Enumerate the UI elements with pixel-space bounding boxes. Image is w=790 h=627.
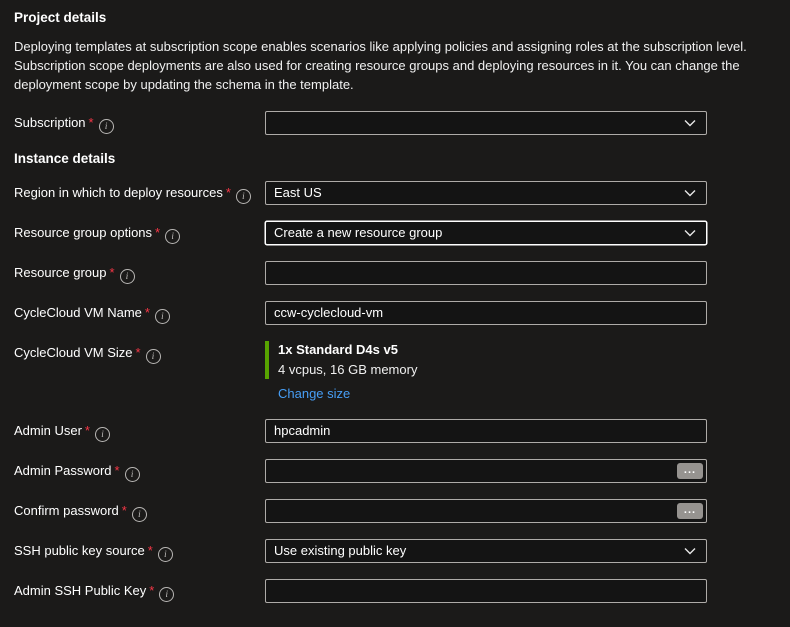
region-label: Region in which to deploy resources* i [14, 181, 265, 204]
resource-group-label: Resource group* i [14, 261, 265, 284]
field-label-text: Admin Password [14, 463, 112, 478]
vm-size-label: CycleCloud VM Size* i [14, 341, 265, 364]
dropdown-selected-value: Use existing public key [274, 543, 406, 558]
admin-user-label: Admin User* i [14, 419, 265, 442]
dropdown-selected-value: East US [274, 185, 322, 200]
region-dropdown[interactable]: East US [265, 181, 707, 205]
field-label-text: Region in which to deploy resources [14, 185, 223, 200]
required-asterisk: * [149, 583, 154, 598]
subscription-dropdown[interactable] [265, 111, 707, 135]
ssh-key-source-dropdown[interactable]: Use existing public key [265, 539, 707, 563]
vm-name-label: CycleCloud VM Name* i [14, 301, 265, 324]
resource-group-input[interactable] [265, 261, 707, 285]
field-row-admin-ssh-public-key: Admin SSH Public Key* i [14, 579, 776, 603]
field-row-ssh-key-source: SSH public key source* i Use existing pub… [14, 539, 776, 563]
required-asterisk: * [89, 115, 94, 130]
vm-size-specs: 4 vcpus, 16 GB memory [278, 362, 707, 377]
field-label-text: Resource group options [14, 225, 152, 240]
required-asterisk: * [226, 185, 231, 200]
info-icon[interactable]: i [146, 349, 161, 364]
required-asterisk: * [110, 265, 115, 280]
chevron-down-icon [683, 188, 697, 198]
vm-size-display: 1x Standard D4s v5 4 vcpus, 16 GB memory [265, 341, 707, 379]
field-row-region: Region in which to deploy resources* i Ea… [14, 181, 776, 205]
chevron-down-icon [683, 228, 697, 238]
field-row-subscription: Subscription* i [14, 111, 776, 135]
info-icon[interactable]: i [236, 189, 251, 204]
field-label-text: Admin SSH Public Key [14, 583, 146, 598]
info-icon[interactable]: i [120, 269, 135, 284]
admin-password-label: Admin Password* i [14, 459, 265, 482]
confirm-password-label: Confirm password* i [14, 499, 265, 522]
field-row-admin-user: Admin User* i [14, 419, 776, 443]
required-asterisk: * [85, 423, 90, 438]
field-row-resource-group: Resource group* i [14, 261, 776, 285]
chevron-down-icon [683, 546, 697, 556]
dropdown-selected-value: Create a new resource group [274, 225, 442, 240]
info-icon[interactable]: i [158, 547, 173, 562]
required-asterisk: * [136, 345, 141, 360]
project-details-heading: Project details [14, 10, 776, 25]
deployment-form: Project details Deploying templates at s… [0, 0, 790, 603]
admin-user-input[interactable] [265, 419, 707, 443]
vm-size-title: 1x Standard D4s v5 [278, 342, 707, 357]
field-row-confirm-password: Confirm password* i ... [14, 499, 776, 523]
required-asterisk: * [155, 225, 160, 240]
admin-ssh-public-key-input[interactable] [265, 579, 707, 603]
resource-group-options-label: Resource group options* i [14, 221, 265, 244]
chevron-down-icon [683, 118, 697, 128]
required-asterisk: * [115, 463, 120, 478]
subscription-label: Subscription* i [14, 111, 265, 134]
password-ellipsis-icon[interactable]: ... [677, 463, 703, 479]
scope-description-text: Deploying templates at subscription scop… [14, 38, 768, 95]
field-label-text: CycleCloud VM Size [14, 345, 133, 360]
ssh-key-source-label: SSH public key source* i [14, 539, 265, 562]
password-ellipsis-icon[interactable]: ... [677, 503, 703, 519]
field-label-text: Resource group [14, 265, 107, 280]
vm-name-input[interactable] [265, 301, 707, 325]
confirm-password-input[interactable] [265, 499, 707, 523]
field-row-vm-name: CycleCloud VM Name* i [14, 301, 776, 325]
info-icon[interactable]: i [125, 467, 140, 482]
info-icon[interactable]: i [132, 507, 147, 522]
field-row-admin-password: Admin Password* i ... [14, 459, 776, 483]
field-label-text: Subscription [14, 115, 86, 130]
info-icon[interactable]: i [99, 119, 114, 134]
field-row-vm-size: CycleCloud VM Size* i 1x Standard D4s v5 … [14, 341, 776, 401]
resource-group-options-dropdown[interactable]: Create a new resource group [265, 221, 707, 245]
field-row-resource-group-options: Resource group options* i Create a new re… [14, 221, 776, 245]
required-asterisk: * [148, 543, 153, 558]
info-icon[interactable]: i [165, 229, 180, 244]
admin-ssh-public-key-label: Admin SSH Public Key* i [14, 579, 265, 602]
field-label-text: CycleCloud VM Name [14, 305, 142, 320]
info-icon[interactable]: i [155, 309, 170, 324]
field-label-text: Confirm password [14, 503, 119, 518]
info-icon[interactable]: i [95, 427, 110, 442]
info-icon[interactable]: i [159, 587, 174, 602]
admin-password-input[interactable] [265, 459, 707, 483]
field-label-text: Admin User [14, 423, 82, 438]
required-asterisk: * [145, 305, 150, 320]
field-label-text: SSH public key source [14, 543, 145, 558]
change-size-link[interactable]: Change size [278, 386, 350, 401]
required-asterisk: * [122, 503, 127, 518]
instance-details-heading: Instance details [14, 151, 776, 166]
